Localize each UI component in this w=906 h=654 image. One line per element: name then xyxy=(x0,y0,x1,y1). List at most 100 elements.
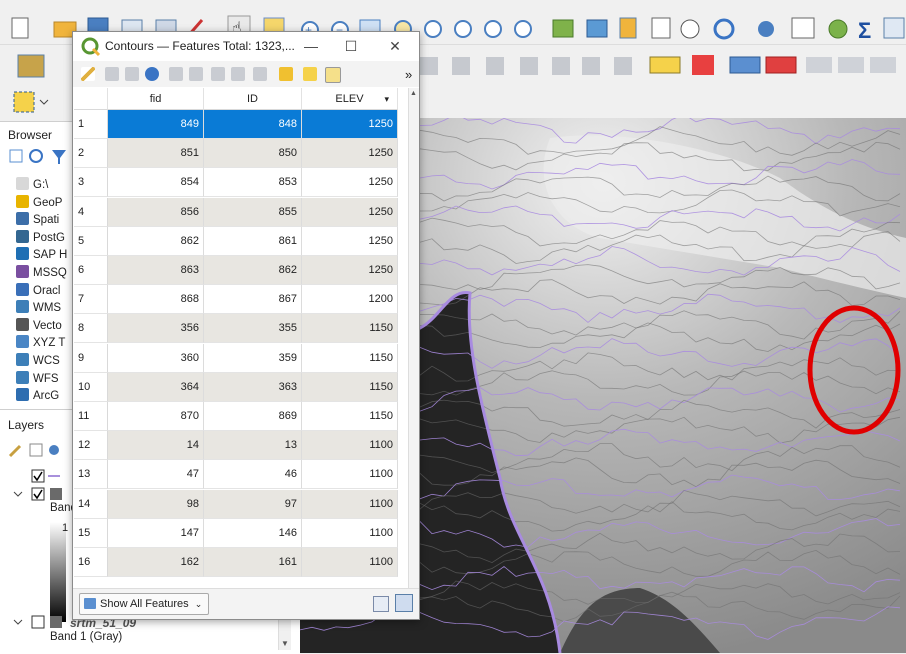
show-all-features-button[interactable]: Show All Features ⌄ xyxy=(79,593,210,615)
cell-id[interactable]: 848 xyxy=(204,110,302,139)
attribute-table-icon[interactable] xyxy=(791,17,815,39)
cell-elev[interactable]: 1100 xyxy=(302,489,398,519)
cell-elev[interactable]: 1250 xyxy=(302,110,398,139)
cell-elev[interactable]: 1100 xyxy=(302,431,398,461)
table-row[interactable]: 13 47 46 1100 xyxy=(74,460,408,490)
row-number[interactable]: 10 xyxy=(74,372,108,402)
browser-item[interactable]: PostG xyxy=(16,229,65,246)
toggle-edit-pencil-icon[interactable] xyxy=(81,67,95,81)
scroll-up-arrow-icon[interactable]: ▲ xyxy=(410,90,417,97)
cell-id[interactable]: 13 xyxy=(204,431,302,461)
add-selected-layers-icon[interactable] xyxy=(9,149,23,163)
table-row[interactable]: 5 862 861 1250 xyxy=(74,226,408,256)
select-all-icon[interactable] xyxy=(303,67,317,81)
table-row[interactable]: 14 98 97 1100 xyxy=(74,489,408,519)
refresh-icon[interactable] xyxy=(713,18,735,40)
cell-elev[interactable]: 1250 xyxy=(302,168,398,198)
label-pin-icon[interactable] xyxy=(692,55,714,75)
cell-id[interactable]: 862 xyxy=(204,256,302,285)
browser-item[interactable]: WFS xyxy=(16,370,59,387)
browser-item[interactable]: SAP H xyxy=(16,247,67,263)
cell-id[interactable]: 869 xyxy=(204,402,302,431)
row-number[interactable]: 3 xyxy=(74,168,108,198)
browser-item[interactable]: Vecto xyxy=(16,317,62,334)
column-header-id[interactable]: ID xyxy=(204,88,302,110)
browser-item[interactable]: Spati xyxy=(16,212,59,228)
row-number[interactable]: 16 xyxy=(74,548,108,577)
cell-id[interactable]: 97 xyxy=(204,489,302,519)
toolbar-overflow-chevron[interactable]: » xyxy=(405,67,412,82)
new-3d-view-icon[interactable] xyxy=(586,19,608,38)
cell-id[interactable]: 161 xyxy=(204,548,302,577)
cell-fid[interactable]: 47 xyxy=(108,460,204,490)
new-map-view-icon[interactable] xyxy=(552,19,574,38)
cell-elev[interactable]: 1250 xyxy=(302,197,398,227)
cell-fid[interactable]: 849 xyxy=(108,110,204,139)
row-number[interactable]: 6 xyxy=(74,256,108,285)
maximize-button[interactable]: ☐ xyxy=(335,36,367,56)
cut-icon[interactable] xyxy=(211,67,225,81)
browser-item[interactable]: G:\ xyxy=(16,177,48,193)
table-row[interactable]: 12 14 13 1100 xyxy=(74,431,408,461)
cell-elev[interactable]: 1100 xyxy=(302,460,398,490)
label-abc-blue-icon[interactable] xyxy=(729,56,761,74)
cell-elev[interactable]: 1250 xyxy=(302,139,398,169)
cell-id[interactable]: 867 xyxy=(204,285,302,315)
browser-item[interactable]: ArcG xyxy=(16,388,59,404)
row-number[interactable]: 4 xyxy=(74,197,108,227)
cell-fid[interactable]: 356 xyxy=(108,314,204,344)
table-row[interactable]: 4 856 855 1250 xyxy=(74,197,408,227)
cell-id[interactable]: 363 xyxy=(204,372,302,402)
identify-icon[interactable] xyxy=(758,21,774,37)
zoom-last-icon[interactable] xyxy=(484,20,502,38)
zoom-native-icon[interactable] xyxy=(454,20,472,38)
reload-icon[interactable] xyxy=(145,67,159,81)
cell-id[interactable]: 850 xyxy=(204,139,302,169)
table-row[interactable]: 9 360 359 1150 xyxy=(74,343,408,373)
table-row[interactable]: 16 162 161 1100 xyxy=(74,548,408,577)
save-edits-icon[interactable] xyxy=(125,67,139,81)
cell-fid[interactable]: 851 xyxy=(108,139,204,169)
browser-item[interactable]: GeoP xyxy=(16,194,62,211)
row-number[interactable]: 2 xyxy=(74,139,108,169)
row-number[interactable]: 9 xyxy=(74,343,108,373)
cell-fid[interactable]: 162 xyxy=(108,548,204,577)
table-row[interactable]: 8 356 355 1150 xyxy=(74,314,408,344)
cell-elev[interactable]: 1200 xyxy=(302,285,398,315)
row-number[interactable]: 8 xyxy=(74,314,108,344)
cell-elev[interactable]: 1150 xyxy=(302,372,398,402)
digitize-icon[interactable] xyxy=(17,54,45,78)
temporal-controller-icon[interactable] xyxy=(619,17,637,39)
invert-selection-icon[interactable] xyxy=(325,67,341,83)
table-icon[interactable] xyxy=(883,17,905,39)
row-number[interactable]: 12 xyxy=(74,431,108,461)
contours-layer-row[interactable] xyxy=(31,469,60,483)
table-row[interactable]: 15 147 146 1100 xyxy=(74,518,408,548)
row-number[interactable]: 15 xyxy=(74,518,108,548)
cell-elev[interactable]: 1150 xyxy=(302,314,398,344)
row-number[interactable]: 5 xyxy=(74,226,108,256)
refresh-icon[interactable] xyxy=(29,149,43,163)
filter-icon[interactable] xyxy=(52,150,66,164)
table-view-icon[interactable] xyxy=(395,594,413,612)
cell-id[interactable]: 359 xyxy=(204,343,302,373)
table-row[interactable]: 1 849 848 1250 xyxy=(74,110,408,139)
cell-id[interactable]: 861 xyxy=(204,226,302,256)
minimize-button[interactable]: — xyxy=(295,36,327,56)
zoom-next-icon[interactable] xyxy=(514,20,532,38)
attribute-window-titlebar[interactable]: Contours — Features Total: 1323,... — ☐ … xyxy=(73,32,419,60)
close-button[interactable]: ✕ xyxy=(379,36,411,56)
table-row[interactable]: 10 364 363 1150 xyxy=(74,372,408,402)
cell-fid[interactable]: 364 xyxy=(108,372,204,402)
table-row[interactable]: 11 870 869 1150 xyxy=(74,402,408,431)
cell-elev[interactable]: 1250 xyxy=(302,226,398,256)
settings-gear-icon[interactable] xyxy=(828,19,848,39)
cell-fid[interactable]: 147 xyxy=(108,518,204,548)
copy-icon[interactable] xyxy=(231,67,245,81)
add-feature-icon[interactable] xyxy=(169,67,183,81)
table-row[interactable]: 6 863 862 1250 xyxy=(74,256,408,285)
cell-fid[interactable]: 14 xyxy=(108,431,204,461)
cell-elev[interactable]: 1100 xyxy=(302,518,398,548)
statistics-sigma-icon[interactable]: Σ xyxy=(858,18,871,43)
cell-id[interactable]: 855 xyxy=(204,197,302,227)
